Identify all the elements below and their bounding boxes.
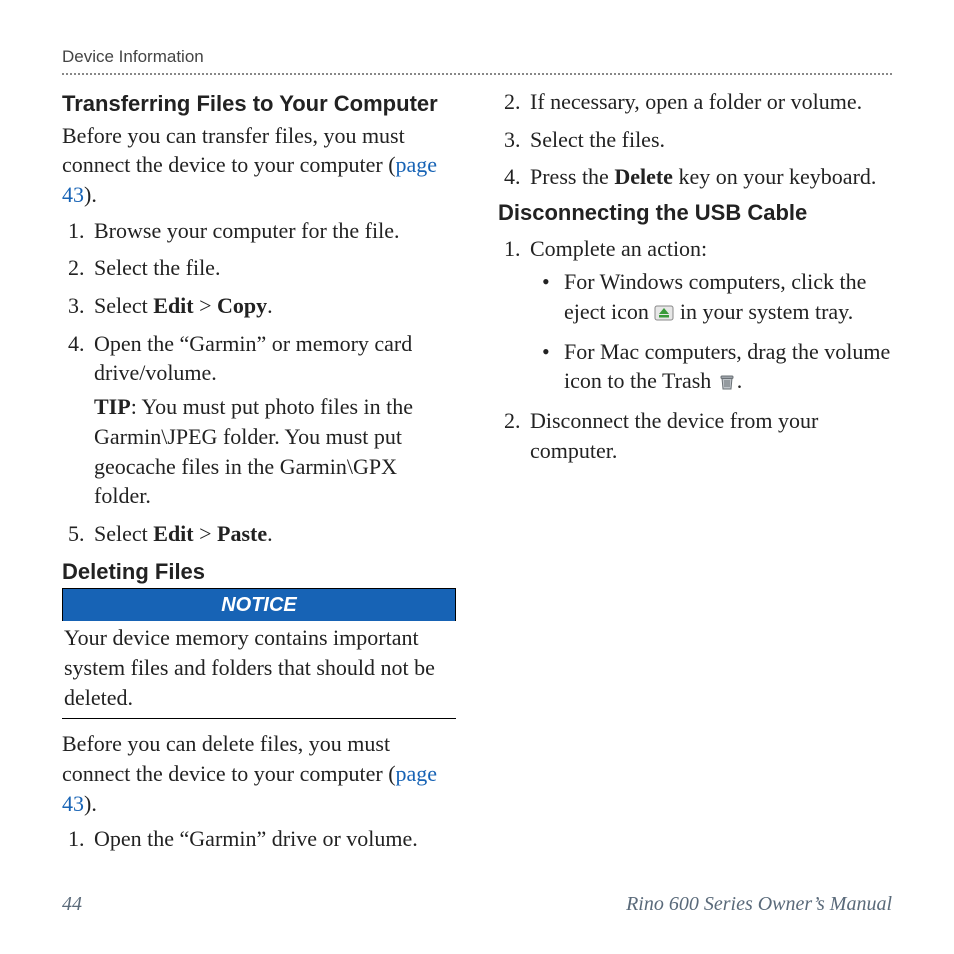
text: Press the (530, 164, 614, 189)
tip: TIP: You must put photo files in the Gar… (94, 392, 456, 511)
heading-disconnect: Disconnecting the USB Cable (498, 198, 892, 228)
list-item: For Windows computers, click the eject i… (542, 267, 892, 326)
list-item: Complete an action: For Windows computer… (526, 234, 892, 396)
text: Complete an action: (530, 236, 707, 261)
text: > (194, 293, 217, 318)
heading-transferring: Transferring Files to Your Computer (62, 89, 456, 119)
list-item: For Mac computers, drag the volume icon … (542, 337, 892, 396)
key-delete: Delete (614, 164, 673, 189)
list-item: Select the files. (526, 125, 892, 155)
list-item: Disconnect the device from your computer… (526, 406, 892, 465)
text: Select (94, 521, 153, 546)
transfer-steps: Browse your computer for the file. Selec… (62, 216, 456, 549)
text: ). (84, 182, 97, 207)
list-item: Open the “Garmin” or memory card drive/v… (90, 329, 456, 511)
tip-label: TIP (94, 394, 131, 419)
running-head: Device Information (62, 46, 892, 75)
text: ). (84, 791, 97, 816)
manual-title: Rino 600 Series Owner’s Manual (626, 891, 892, 918)
list-item: Press the Delete key on your keyboard. (526, 162, 892, 192)
text: in your system tray. (674, 299, 853, 324)
action-bullets: For Windows computers, click the eject i… (530, 267, 892, 396)
menu-copy: Copy (217, 293, 267, 318)
menu-paste: Paste (217, 521, 267, 546)
text: key on your keyboard. (673, 164, 876, 189)
list-item: Select Edit > Copy. (90, 291, 456, 321)
list-item: Select the file. (90, 253, 456, 283)
text: Before you can delete files, you must co… (62, 731, 396, 786)
page-number: 44 (62, 891, 82, 918)
menu-edit: Edit (153, 521, 193, 546)
menu-edit: Edit (153, 293, 193, 318)
disconnect-steps: Complete an action: For Windows computer… (498, 234, 892, 466)
intro-deleting: Before you can delete files, you must co… (62, 729, 456, 818)
text: > (194, 521, 217, 546)
text: . (267, 293, 273, 318)
trash-icon (717, 368, 737, 384)
text: Open the “Garmin” or memory card drive/v… (94, 331, 412, 386)
list-item: Open the “Garmin” drive or volume. (90, 824, 456, 854)
notice-bar: NOTICE (62, 588, 456, 621)
list-item: Select Edit > Paste. (90, 519, 456, 549)
text: Select (94, 293, 153, 318)
text: Before you can transfer files, you must … (62, 123, 405, 178)
heading-deleting: Deleting Files (62, 557, 456, 587)
tip-text: : You must put photo files in the Garmin… (94, 394, 413, 508)
text: . (737, 368, 743, 393)
text: . (267, 521, 273, 546)
eject-icon (654, 299, 674, 315)
notice-body: Your device memory contains important sy… (62, 621, 456, 719)
intro-transferring: Before you can transfer files, you must … (62, 121, 456, 210)
list-item: Browse your computer for the file. (90, 216, 456, 246)
list-item: If necessary, open a folder or volume. (526, 87, 892, 117)
